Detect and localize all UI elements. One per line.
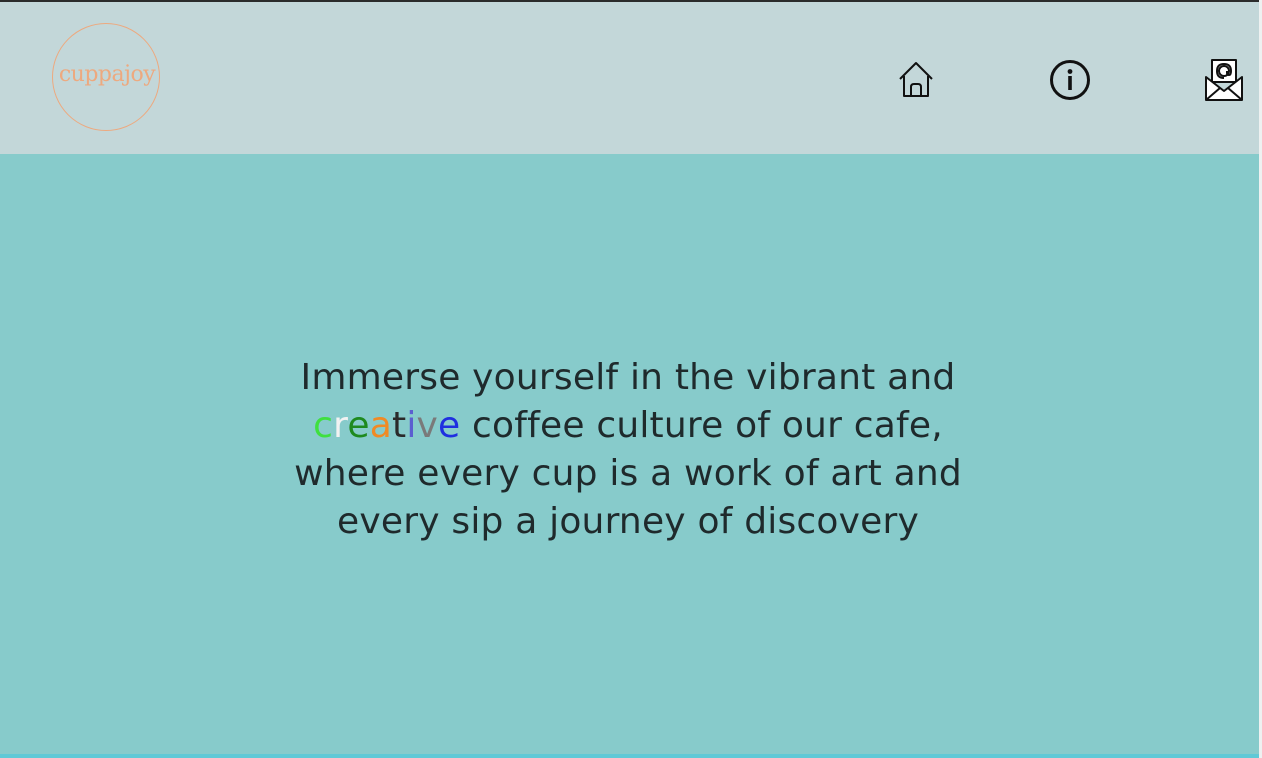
highlight-letter: r <box>333 405 348 446</box>
logo-text: cuppajoy <box>58 62 156 87</box>
hero-line-4: every sip a journey of discovery <box>337 501 919 542</box>
highlight-letter: e <box>438 405 461 446</box>
logo[interactable]: cuppajoy <box>52 23 160 131</box>
highlight-letter: e <box>347 405 370 446</box>
nav-info-button[interactable] <box>1049 59 1091 101</box>
nav-contact-button[interactable] <box>1204 57 1244 101</box>
highlight-letter: c <box>313 405 334 446</box>
page: cuppajoy Immerse yourself in the vibrant… <box>0 2 1259 758</box>
hero-line-2: creative coffee culture of our cafe, <box>230 402 1026 450</box>
highlight-word: creative <box>313 405 460 446</box>
info-icon <box>1049 59 1091 101</box>
highlight-letter: i <box>406 405 417 446</box>
bottom-divider <box>0 754 1259 758</box>
hero-text: Immerse yourself in the vibrant and crea… <box>230 354 1026 546</box>
highlight-letter: a <box>369 405 392 446</box>
highlight-letter: t <box>391 405 407 446</box>
hero-line-1: Immerse yourself in the vibrant and <box>300 357 956 398</box>
header: cuppajoy <box>0 2 1259 154</box>
home-icon <box>897 60 935 98</box>
hero-line-3: where every cup is a work of art and <box>294 453 962 494</box>
mail-icon <box>1204 57 1244 101</box>
highlight-letter: v <box>416 405 439 446</box>
nav-home-button[interactable] <box>897 60 935 98</box>
hero-line-2-rest: coffee culture of our cafe, <box>460 405 943 446</box>
